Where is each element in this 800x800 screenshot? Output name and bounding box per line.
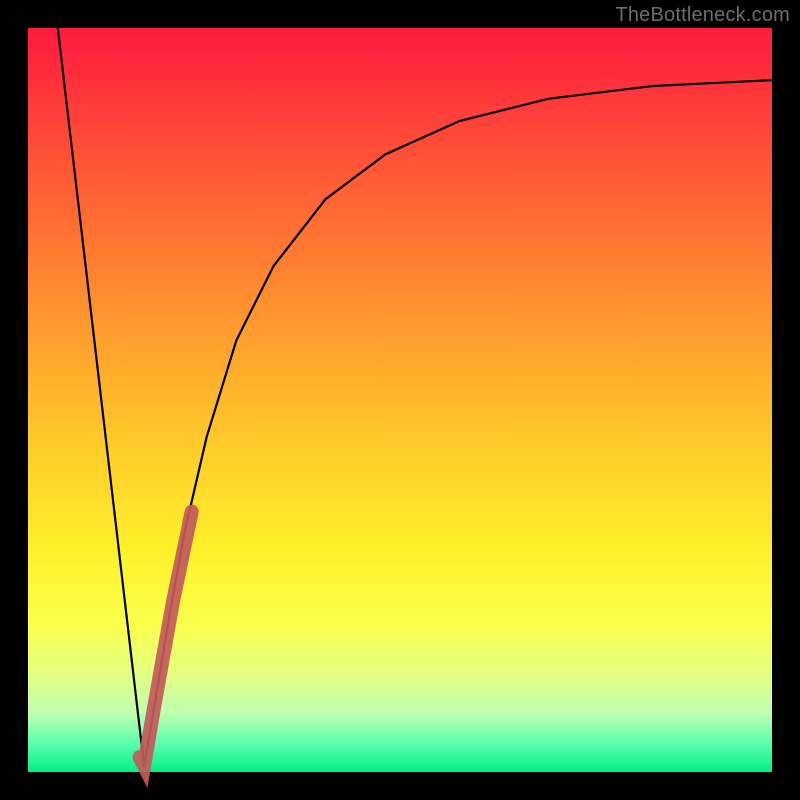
watermark-text: TheBottleneck.com bbox=[615, 4, 790, 27]
right-rising-curve bbox=[144, 80, 772, 766]
left-falling-segment bbox=[58, 28, 144, 766]
highlight-segment bbox=[140, 512, 192, 766]
chart-svg bbox=[28, 28, 772, 772]
